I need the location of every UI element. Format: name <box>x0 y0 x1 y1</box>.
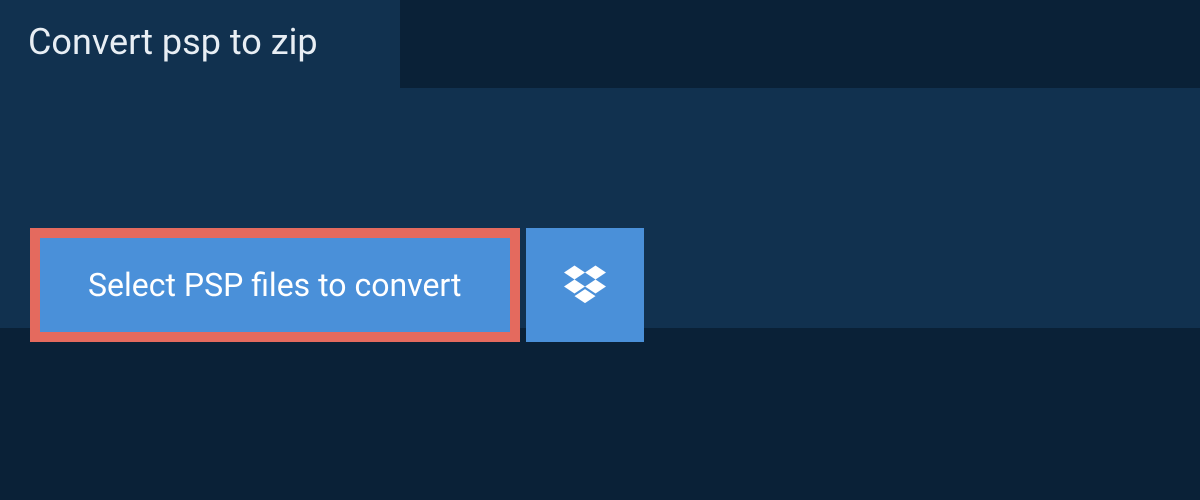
dropbox-icon <box>564 262 606 308</box>
converter-tab-label: Convert psp to zip <box>28 21 318 63</box>
select-files-button-label: Select PSP files to convert <box>88 266 462 304</box>
dropbox-button[interactable] <box>526 228 644 342</box>
converter-tab: Convert psp to zip <box>0 0 400 88</box>
select-files-button[interactable]: Select PSP files to convert <box>30 228 520 342</box>
file-select-button-group: Select PSP files to convert <box>30 228 644 342</box>
